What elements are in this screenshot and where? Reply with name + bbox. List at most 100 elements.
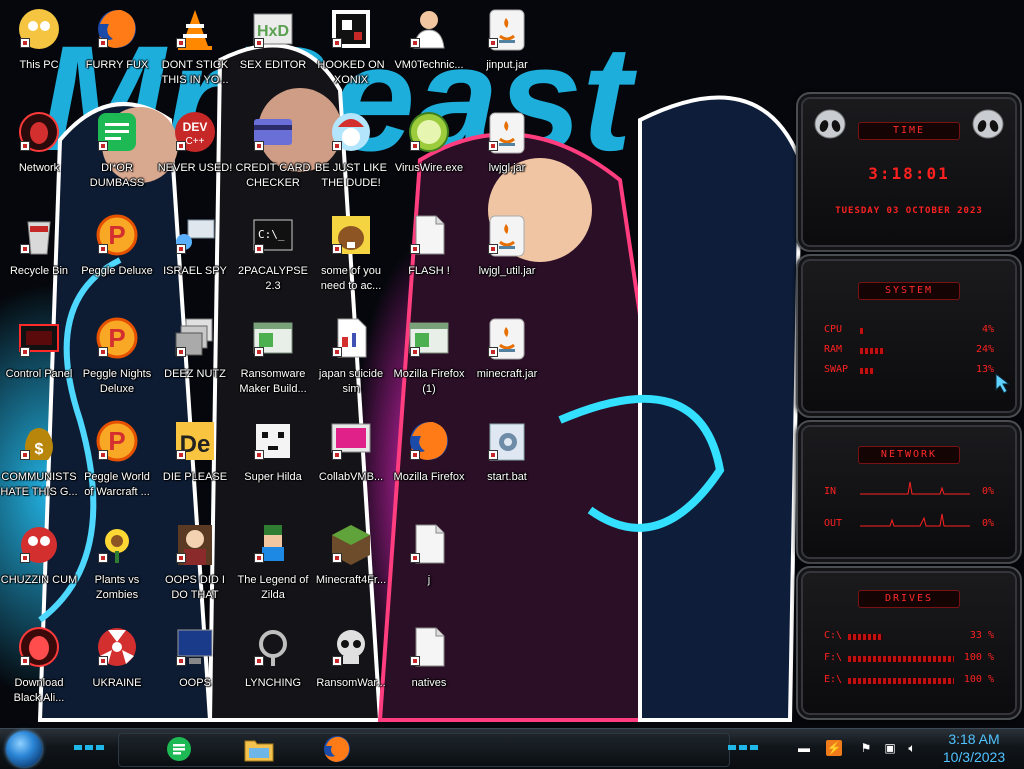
drives-gadget: DRIVES C:\ 33 % F:\ 100 % E:\ 100 % [796, 566, 1022, 720]
desktop-icon-sex-editor[interactable]: HxD SEX EDITOR [234, 0, 312, 100]
shortcut-arrow-icon [176, 141, 186, 151]
drive-f-value: 100 % [963, 652, 994, 663]
desktop-icon-label: SEX EDITOR [239, 59, 307, 71]
desktop-icon-ukraine[interactable]: UKRAINE [78, 618, 156, 718]
desktop-icon-hooked-on-xonix[interactable]: HOOKED ON XONIX [312, 0, 390, 100]
desktop-icon-j[interactable]: j [390, 515, 468, 615]
desktop-icon-ransomwar[interactable]: RansomWar... [312, 618, 390, 718]
gear-file-icon [484, 418, 530, 464]
desktop-icon-peggle-nights-deluxe[interactable]: P Peggle Nights Deluxe [78, 309, 156, 409]
desktop-icon-the-legend-of-zilda[interactable]: The Legend of Zilda [234, 515, 312, 615]
shortcut-arrow-icon [254, 38, 264, 48]
desktop-icon-never-used[interactable]: DEV C++ NEVER USED! [156, 103, 234, 203]
tray-app-icon[interactable]: ⚡ [826, 740, 842, 756]
desktop-icon-lynching[interactable]: LYNCHING [234, 618, 312, 718]
desktop-icon-deez-nutz[interactable]: DEEZ NUTZ [156, 309, 234, 409]
shortcut-arrow-icon [98, 244, 108, 254]
recycle-bin-icon [16, 212, 62, 258]
desktop-icon-label: lwjgl_util.jar [478, 265, 536, 277]
desktop-icon-label: VM0Technic... [394, 59, 464, 71]
desktop-icon-oops[interactable]: OOPS [156, 618, 234, 718]
time-gadget-date: TUESDAY 03 OCTOBER 2023 [835, 206, 983, 216]
desktop-icon-label: The Legend of Zilda [237, 574, 309, 601]
cpu-bar [860, 328, 864, 334]
java-icon [484, 109, 530, 155]
desktop-icon-natives[interactable]: natives [390, 618, 468, 718]
desktop-icon-recycle-bin[interactable]: Recycle Bin [0, 206, 78, 306]
desktop-icon-vm0technic[interactable]: VM0Technic... [390, 0, 468, 100]
desktop-icon-label: 2PACALYPSE 2.3 [238, 265, 308, 292]
desktop-icon-mozilla-firefox-1[interactable]: Mozilla Firefox (1) [390, 309, 468, 409]
desktop-icon-chuzzin-cum[interactable]: CHUZZIN CUM [0, 515, 78, 615]
desktop-icon-label: LYNCHING [244, 677, 302, 689]
desktop-icon-communists-hate-this-g[interactable]: $ COMMUNISTS HATE THIS G... [0, 412, 78, 512]
desktop-icon-some-of-you-need-to-ac[interactable]: some of you need to ac... [312, 206, 390, 306]
desktop-icon-be-just-like-the-dude[interactable]: BE JUST LIKE THE DUDE! [312, 103, 390, 203]
taskbar-decoration [60, 741, 120, 755]
desktop-icon-flash[interactable]: FLASH ! [390, 206, 468, 306]
desktop-icon-network[interactable]: Network [0, 103, 78, 203]
desktop-icon-ransomware-maker-build[interactable]: Ransomware Maker Build... [234, 309, 312, 409]
desktop-icon-label: NEVER USED! [157, 162, 233, 174]
pixel-hero-icon [250, 521, 296, 567]
svg-text:DEV: DEV [183, 120, 208, 134]
shortcut-arrow-icon [98, 450, 108, 460]
desktop-icon-credit-card-checker[interactable]: CREDIT CARD CHECKER [234, 103, 312, 203]
svg-text:C:\_: C:\_ [258, 228, 285, 241]
tray-volume-icon[interactable]: 🔈︎ [904, 740, 920, 756]
drive-e-bar [848, 678, 954, 684]
desktop-icon-label: OOPS DID I DO THAT [165, 574, 225, 601]
desktop-icon-label: DEEZ NUTZ [164, 368, 226, 380]
time-gadget: TIME 3:18:01 TUESDAY 03 OCTOBER 2023 [796, 92, 1022, 252]
java-icon [484, 6, 530, 52]
peggle-icon: P [94, 315, 140, 361]
desktop-icon-furry-fux[interactable]: FURRY FUX [78, 0, 156, 100]
desktop-icon-control-panel[interactable]: Control Panel [0, 309, 78, 409]
desktop-icon-israel-spy[interactable]: ISRAEL SPY [156, 206, 234, 306]
desktop-icon-2pacalypse-2-3[interactable]: C:\_ 2PACALYPSE 2.3 [234, 206, 312, 306]
desktop-icon-mozilla-firefox[interactable]: Mozilla Firefox [390, 412, 468, 512]
desktop-icon-dont-stick-this-in-yo[interactable]: DONT STICK THIS IN YO... [156, 0, 234, 100]
green-chat-icon [94, 109, 140, 155]
desktop-icon-peggle-world-of-warcraft[interactable]: P Peggle World of Warcraft ... [78, 412, 156, 512]
desktop-icon-minecraft4fr[interactable]: Minecraft4Fr... [312, 515, 390, 615]
desktop-icon-download-black-ali[interactable]: Download Black Ali... [0, 618, 78, 718]
network-gadget-title: NETWORK [858, 446, 960, 464]
desktop-icon-super-hilda[interactable]: Super Hilda [234, 412, 312, 512]
desktop-icon-label: jinput.jar [486, 59, 528, 71]
clock-date: 10/3/2023 [942, 749, 1006, 765]
taskbar-pinned-green-chat[interactable] [152, 731, 206, 767]
desktop-icon-minecraft-jar[interactable]: minecraft.jar [468, 309, 546, 409]
doctor-icon [406, 6, 452, 52]
shortcut-arrow-icon [20, 141, 30, 151]
desktop-icon-lwjgl-jar[interactable]: lwjgl.jar [468, 103, 546, 203]
tray-show-hidden-icon[interactable]: ▬ [796, 740, 812, 756]
desktop-icon-lwjgl-util-jar[interactable]: lwjgl_util.jar [468, 206, 546, 306]
desktop-icon-peggle-deluxe[interactable]: P Peggle Deluxe [78, 206, 156, 306]
start-button[interactable] [6, 731, 42, 767]
alien-head-icon [972, 109, 1004, 139]
desktop-icon-label: OOPS [179, 677, 211, 689]
tray-flag-icon[interactable]: ⚑ [858, 740, 874, 756]
desktop-icon-japan-suicide-sim[interactable]: japan suicide sim [312, 309, 390, 409]
desktop-icon-label: Minecraft4Fr... [315, 574, 387, 586]
net-in-value: 0% [981, 486, 994, 497]
desktop-icon-die-please[interactable]: De DIE PLEASE [156, 412, 234, 512]
desktop-icon-label: FLASH ! [408, 265, 450, 277]
taskbar-clock[interactable]: 3:18 AM 10/3/2023 [934, 730, 1014, 766]
desktop-icon-di-or-dumbass[interactable]: DI*OR DUMBASS [78, 103, 156, 203]
shortcut-arrow-icon [20, 244, 30, 254]
desktop-icon-viruswire-exe[interactable]: VirusWire.exe [390, 103, 468, 203]
taskbar-pinned-file-explorer[interactable] [232, 731, 286, 767]
taskbar-pinned-firefox[interactable] [310, 731, 364, 767]
file-icon [406, 212, 452, 258]
desktop-icon-plants-vs-zombies[interactable]: Plants vs Zombies [78, 515, 156, 615]
desktop-icon-collabvmb[interactable]: CollabVMB... [312, 412, 390, 512]
desktop-icon-start-bat[interactable]: start.bat [468, 412, 546, 512]
desktop-icon-jinput-jar[interactable]: jinput.jar [468, 0, 546, 100]
rope-icon [250, 624, 296, 670]
tray-network-icon[interactable]: ▣ [882, 740, 898, 756]
desktop-icon-oops-did-i-do-that[interactable]: OOPS DID I DO THAT [156, 515, 234, 615]
desktop-icon-label: japan suicide sim [318, 368, 384, 395]
desktop-icon-this-pc[interactable]: This PC [0, 0, 78, 100]
